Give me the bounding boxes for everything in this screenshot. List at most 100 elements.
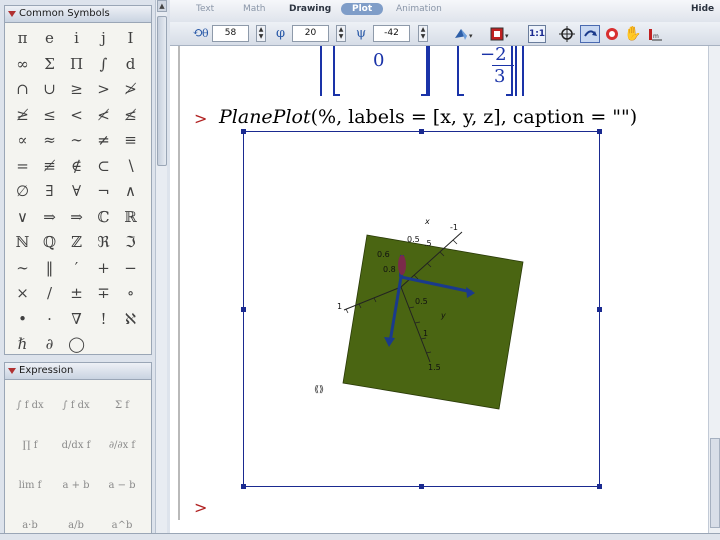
symbol-button[interactable]: ± xyxy=(63,281,90,307)
symbol-button[interactable]: ℵ xyxy=(117,307,144,333)
symbol-button[interactable]: ℑ xyxy=(117,230,144,256)
symbol-button[interactable]: + xyxy=(90,256,117,282)
scroll-up-icon[interactable]: ▲ xyxy=(157,0,167,12)
symbol-button[interactable]: ≡ xyxy=(117,128,144,154)
symbol-button[interactable]: ‖ xyxy=(36,256,63,282)
symbol-button[interactable]: • xyxy=(9,307,36,333)
symbol-button[interactable]: Σ xyxy=(36,52,63,78)
symbol-button[interactable]: ℚ xyxy=(36,230,63,256)
resize-handle[interactable] xyxy=(597,484,602,489)
symbol-button[interactable]: ℕ xyxy=(9,230,36,256)
symbol-button[interactable]: ∫ xyxy=(90,52,117,78)
psi-stepper[interactable]: ▲ ▼ xyxy=(418,25,428,42)
resize-handle[interactable] xyxy=(419,484,424,489)
resize-handle[interactable] xyxy=(241,484,246,489)
expression-template-button[interactable]: ∫ f dx xyxy=(53,386,99,426)
symbol-button[interactable]: ℏ xyxy=(9,332,36,358)
symbol-button[interactable]: ℤ xyxy=(63,230,90,256)
symbol-button[interactable]: ◯ xyxy=(63,332,90,358)
symbol-button[interactable]: × xyxy=(9,281,36,307)
plot-3d-region[interactable]: 0.5 .5 -1 0.6 0.8 0.5 1 1.5 1 x y ⟪⟫ xyxy=(241,129,602,489)
phi-input[interactable]: 20 xyxy=(292,25,329,42)
plane-plot-command[interactable]: PlanePlot(%, labels = [x, y, z], caption… xyxy=(219,106,637,128)
resize-handle[interactable] xyxy=(241,129,246,134)
scale-icon[interactable]: m xyxy=(646,25,664,43)
expression-template-button[interactable]: a − b xyxy=(99,466,145,506)
collapse-triangle-icon[interactable] xyxy=(8,11,16,17)
symbol-button[interactable]: ≯ xyxy=(117,77,144,103)
symbol-button[interactable]: ∧ xyxy=(117,179,144,205)
hide-button[interactable]: Hide xyxy=(691,4,714,14)
expression-template-button[interactable]: Σ f xyxy=(99,386,145,426)
symbol-button[interactable]: ¬ xyxy=(90,179,117,205)
resize-handle[interactable] xyxy=(241,307,246,312)
symbol-button[interactable]: ∀ xyxy=(63,179,90,205)
expression-header[interactable]: Expression xyxy=(5,363,151,380)
tab-drawing[interactable]: Drawing xyxy=(289,4,331,14)
expression-template-button[interactable]: a + b xyxy=(53,466,99,506)
symbol-button[interactable]: ≠ xyxy=(90,128,117,154)
symbol-button[interactable]: ∝ xyxy=(9,128,36,154)
symbol-button[interactable]: ≈ xyxy=(36,128,63,154)
symbol-button[interactable]: ℝ xyxy=(117,205,144,231)
scale-ratio-button[interactable]: 1:1 xyxy=(528,25,546,43)
pan-icon[interactable] xyxy=(603,25,621,43)
symbol-button[interactable]: ∼ xyxy=(9,256,36,282)
symbol-button[interactable]: / xyxy=(36,281,63,307)
symbol-button[interactable]: Π xyxy=(63,52,90,78)
symbol-button[interactable]: < xyxy=(63,103,90,129)
symbol-button[interactable]: ∩ xyxy=(9,77,36,103)
scroll-thumb[interactable] xyxy=(157,16,167,166)
symbol-button[interactable]: = xyxy=(9,154,36,180)
expression-template-button[interactable]: lim f xyxy=(7,466,53,506)
expression-template-button[interactable]: ∂/∂x f xyxy=(99,426,145,466)
symbol-button[interactable]: ℜ xyxy=(90,230,117,256)
symbol-button[interactable]: ⇒ xyxy=(63,205,90,231)
symbol-button[interactable]: ∅ xyxy=(9,179,36,205)
hand-icon[interactable]: ✋ xyxy=(624,25,642,43)
plot-style-icon[interactable]: ▾ xyxy=(452,25,476,43)
symbol-button[interactable]: d xyxy=(117,52,144,78)
symbol-button[interactable]: i xyxy=(63,26,90,52)
resize-handle[interactable] xyxy=(419,129,424,134)
symbol-button[interactable]: ′ xyxy=(63,256,90,282)
rotate-tool-icon[interactable] xyxy=(580,25,600,43)
crosshair-icon[interactable] xyxy=(558,25,576,43)
symbol-button[interactable]: ∂ xyxy=(36,332,63,358)
symbol-button[interactable]: ℂ xyxy=(90,205,117,231)
symbol-button[interactable]: e xyxy=(36,26,63,52)
symbol-button[interactable]: ≮ xyxy=(90,103,117,129)
expression-template-button[interactable]: d/dx f xyxy=(53,426,99,466)
symbol-button[interactable]: ! xyxy=(90,307,117,333)
color-scheme-icon[interactable]: ▾ xyxy=(488,25,514,43)
worksheet-scrollbar[interactable] xyxy=(708,46,720,540)
symbol-button[interactable]: ∨ xyxy=(9,205,36,231)
symbol-button[interactable]: ≤ xyxy=(36,103,63,129)
symbol-button[interactable]: ∓ xyxy=(90,281,117,307)
symbol-button[interactable]: ⊂ xyxy=(90,154,117,180)
symbol-button[interactable]: − xyxy=(117,256,144,282)
theta-stepper[interactable]: ▲ ▼ xyxy=(256,25,266,42)
resize-handle[interactable] xyxy=(597,307,602,312)
symbol-button[interactable]: ∉ xyxy=(63,154,90,180)
tab-plot[interactable]: Plot xyxy=(341,3,384,15)
symbol-button[interactable]: ∇ xyxy=(63,307,90,333)
symbol-button[interactable]: I xyxy=(117,26,144,52)
symbol-button[interactable]: · xyxy=(36,307,63,333)
common-symbols-header[interactable]: Common Symbols xyxy=(5,6,151,23)
symbol-button[interactable]: ≰ xyxy=(117,103,144,129)
symbol-button[interactable]: ∪ xyxy=(36,77,63,103)
symbol-button[interactable]: ≢ xyxy=(36,154,63,180)
tab-text[interactable]: Text xyxy=(196,4,214,14)
symbol-button[interactable]: j xyxy=(90,26,117,52)
symbol-button[interactable]: π xyxy=(9,26,36,52)
tab-math[interactable]: Math xyxy=(243,4,266,14)
expression-template-button[interactable]: ∏ f xyxy=(7,426,53,466)
symbol-button[interactable]: ∼ xyxy=(63,128,90,154)
theta-input[interactable]: 58 xyxy=(212,25,249,42)
input-prompt-empty[interactable]: > xyxy=(194,498,207,517)
symbol-button[interactable]: ∘ xyxy=(117,281,144,307)
resize-handle[interactable] xyxy=(597,129,602,134)
symbol-button[interactable]: ∖ xyxy=(117,154,144,180)
symbol-button[interactable]: ≱ xyxy=(9,103,36,129)
